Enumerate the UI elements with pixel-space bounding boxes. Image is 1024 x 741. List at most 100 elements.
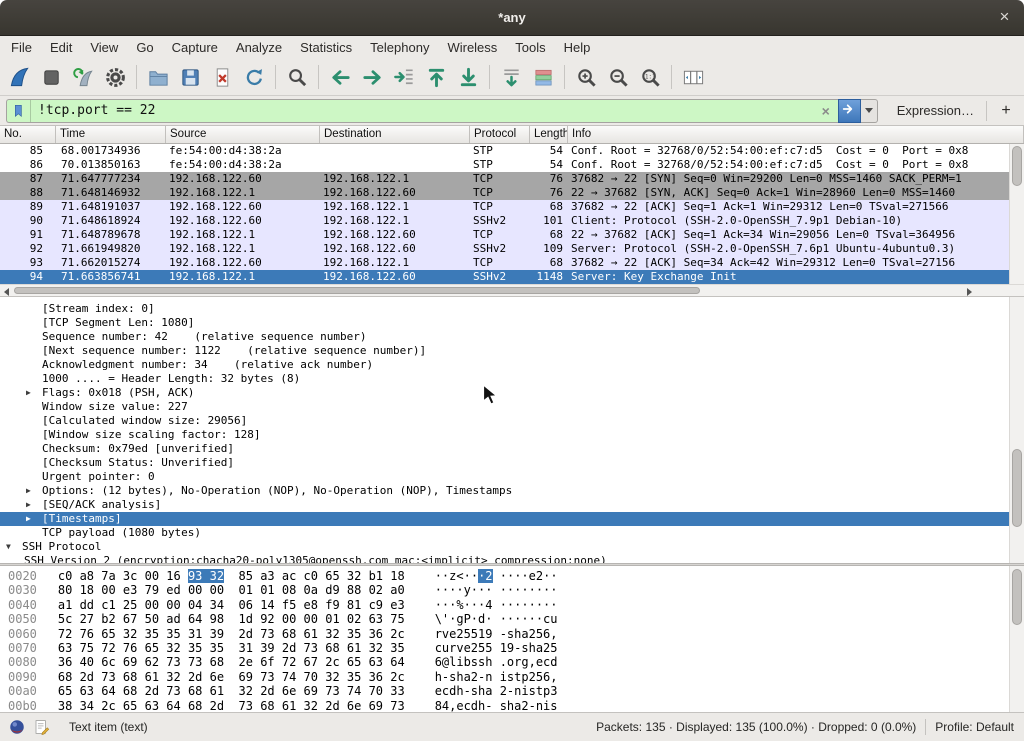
filter-bookmark-icon[interactable] bbox=[7, 100, 31, 122]
capture-start-button[interactable] bbox=[3, 62, 35, 93]
packet-row-88[interactable]: 8871.648146932192.168.122.1192.168.122.6… bbox=[0, 186, 1024, 200]
hex-line-0050[interactable]: 00505c 27 b2 67 50 ad 64 98 1d 92 00 00 … bbox=[0, 612, 1024, 626]
packet-row-85[interactable]: 8568.001734936fe:54:00:d4:38:2aSTP54Conf… bbox=[0, 144, 1024, 158]
packet-list-scrollbar-thumb[interactable] bbox=[1012, 146, 1022, 186]
menu-go[interactable]: Go bbox=[127, 37, 162, 58]
column-header-info[interactable]: Info bbox=[568, 126, 1024, 143]
detail-line[interactable]: ▶Flags: 0x018 (PSH, ACK) bbox=[0, 386, 1024, 400]
column-header-no[interactable]: No. bbox=[0, 126, 56, 143]
tree-expander-icon[interactable]: ▶ bbox=[26, 512, 42, 526]
detail-line[interactable]: TCP payload (1080 bytes) bbox=[0, 526, 1024, 540]
detail-line[interactable]: [Stream index: 0] bbox=[0, 302, 1024, 316]
filter-clear-icon[interactable]: × bbox=[814, 103, 838, 119]
titlebar[interactable]: *any × bbox=[0, 0, 1024, 36]
hex-line-0070[interactable]: 007063 75 72 76 65 32 35 35 31 39 2d 73 … bbox=[0, 641, 1024, 655]
go-back-button[interactable] bbox=[324, 62, 356, 93]
menu-capture[interactable]: Capture bbox=[163, 37, 227, 58]
go-last-button[interactable] bbox=[452, 62, 484, 93]
tree-expander-icon[interactable]: ▶ bbox=[26, 498, 42, 512]
detail-line[interactable]: Window size value: 227 bbox=[0, 400, 1024, 414]
hex-line-0030[interactable]: 003080 18 00 e3 79 ed 00 00 01 01 08 0a … bbox=[0, 583, 1024, 597]
packet-row-90[interactable]: 9071.648618924192.168.122.60192.168.122.… bbox=[0, 214, 1024, 228]
hex-pane-scrollbar-thumb[interactable] bbox=[1012, 569, 1022, 625]
hex-pane-scrollbar[interactable] bbox=[1009, 566, 1024, 712]
capture-options-button[interactable] bbox=[99, 62, 131, 93]
detail-line[interactable]: Checksum: 0x79ed [unverified] bbox=[0, 442, 1024, 456]
menu-analyze[interactable]: Analyze bbox=[227, 37, 291, 58]
packet-row-94[interactable]: 9471.663856741192.168.122.1192.168.122.6… bbox=[0, 270, 1024, 284]
detail-line[interactable]: [TCP Segment Len: 1080] bbox=[0, 316, 1024, 330]
zoom-out-button[interactable] bbox=[602, 62, 634, 93]
column-header-length[interactable]: Length bbox=[530, 126, 568, 143]
detail-line[interactable]: SSH Version 2 (encryption:chacha20-poly1… bbox=[0, 554, 1024, 563]
hscrollbar-thumb[interactable] bbox=[14, 287, 700, 294]
column-header-protocol[interactable]: Protocol bbox=[470, 126, 530, 143]
hex-line-0060[interactable]: 006072 76 65 32 35 35 31 39 2d 73 68 61 … bbox=[0, 627, 1024, 641]
auto-scroll-button[interactable] bbox=[495, 62, 527, 93]
filter-apply-button[interactable] bbox=[838, 99, 861, 123]
menu-file[interactable]: File bbox=[2, 37, 41, 58]
expression-button[interactable]: Expression… bbox=[892, 103, 979, 118]
packet-row-87[interactable]: 8771.647777234192.168.122.60192.168.122.… bbox=[0, 172, 1024, 186]
detail-line[interactable]: Urgent pointer: 0 bbox=[0, 470, 1024, 484]
menu-edit[interactable]: Edit bbox=[41, 37, 81, 58]
profile-status[interactable]: Profile: Default bbox=[935, 720, 1014, 734]
column-header-source[interactable]: Source bbox=[166, 126, 320, 143]
file-open-button[interactable] bbox=[142, 62, 174, 93]
detail-line[interactable]: Sequence number: 42 (relative sequence n… bbox=[0, 330, 1024, 344]
detail-line[interactable]: ▶Options: (12 bytes), No-Operation (NOP)… bbox=[0, 484, 1024, 498]
packet-list-hscrollbar[interactable] bbox=[0, 284, 1024, 297]
zoom-in-button[interactable] bbox=[570, 62, 602, 93]
column-header-time[interactable]: Time bbox=[56, 126, 166, 143]
menu-view[interactable]: View bbox=[81, 37, 127, 58]
tree-expander-icon[interactable]: ▶ bbox=[26, 484, 42, 498]
detail-line[interactable]: [Window size scaling factor: 128] bbox=[0, 428, 1024, 442]
file-save-button[interactable] bbox=[174, 62, 206, 93]
hex-line-0020[interactable]: 0020c0 a8 7a 3c 00 16 93 32 85 a3 ac c0 … bbox=[0, 569, 1024, 583]
detail-pane-scrollbar[interactable] bbox=[1009, 297, 1024, 563]
scroll-left-icon[interactable] bbox=[4, 288, 9, 296]
expert-info-icon[interactable] bbox=[8, 718, 26, 736]
tree-expander-icon[interactable]: ▶ bbox=[26, 386, 42, 400]
hex-line-0040[interactable]: 0040a1 dd c1 25 00 00 04 34 06 14 f5 e8 … bbox=[0, 598, 1024, 612]
hex-line-00a0[interactable]: 00a065 63 64 68 2d 73 68 61 32 2d 6e 69 … bbox=[0, 684, 1024, 698]
column-header-destination[interactable]: Destination bbox=[320, 126, 470, 143]
filter-dropdown-button[interactable] bbox=[861, 99, 878, 123]
packet-list-scrollbar[interactable] bbox=[1009, 144, 1024, 284]
file-close-button[interactable] bbox=[206, 62, 238, 93]
menu-tools[interactable]: Tools bbox=[506, 37, 554, 58]
detail-line[interactable]: [Next sequence number: 1122 (relative se… bbox=[0, 344, 1024, 358]
capture-restart-button[interactable] bbox=[67, 62, 99, 93]
hex-line-0080[interactable]: 008036 40 6c 69 62 73 73 68 2e 6f 72 67 … bbox=[0, 655, 1024, 669]
display-filter-input[interactable] bbox=[31, 100, 814, 122]
hex-line-00b0[interactable]: 00b038 34 2c 65 63 64 68 2d 73 68 61 32 … bbox=[0, 699, 1024, 712]
display-filter-field[interactable]: × bbox=[6, 99, 838, 123]
detail-line[interactable]: 1000 .... = Header Length: 32 bytes (8) bbox=[0, 372, 1024, 386]
menu-wireless[interactable]: Wireless bbox=[438, 37, 506, 58]
resize-columns-button[interactable] bbox=[677, 62, 709, 93]
capture-comment-icon[interactable] bbox=[33, 718, 51, 736]
capture-stop-button[interactable] bbox=[35, 62, 67, 93]
detail-pane-scrollbar-thumb[interactable] bbox=[1012, 449, 1022, 527]
menu-statistics[interactable]: Statistics bbox=[291, 37, 361, 58]
scroll-right-icon[interactable] bbox=[967, 288, 972, 296]
go-forward-button[interactable] bbox=[356, 62, 388, 93]
zoom-original-button[interactable]: 1:1 bbox=[634, 62, 666, 93]
hex-line-0090[interactable]: 009068 2d 73 68 61 32 2d 6e 69 73 74 70 … bbox=[0, 670, 1024, 684]
detail-line[interactable]: ▶[SEQ/ACK analysis] bbox=[0, 498, 1024, 512]
menu-help[interactable]: Help bbox=[555, 37, 600, 58]
colorize-button[interactable] bbox=[527, 62, 559, 93]
find-packet-button[interactable] bbox=[281, 62, 313, 93]
reload-button[interactable] bbox=[238, 62, 270, 93]
detail-line[interactable]: Acknowledgment number: 34 (relative ack … bbox=[0, 358, 1024, 372]
filter-add-button[interactable]: + bbox=[994, 102, 1018, 120]
packet-row-89[interactable]: 8971.648191037192.168.122.60192.168.122.… bbox=[0, 200, 1024, 214]
packet-row-86[interactable]: 8670.013850163fe:54:00:d4:38:2aSTP54Conf… bbox=[0, 158, 1024, 172]
detail-line[interactable]: [Checksum Status: Unverified] bbox=[0, 456, 1024, 470]
go-to-packet-button[interactable] bbox=[388, 62, 420, 93]
go-first-button[interactable] bbox=[420, 62, 452, 93]
packet-row-91[interactable]: 9171.648789678192.168.122.1192.168.122.6… bbox=[0, 228, 1024, 242]
detail-line[interactable]: ▼SSH Protocol bbox=[0, 540, 1024, 554]
close-icon[interactable]: × bbox=[994, 7, 1015, 28]
detail-line[interactable]: ▶[Timestamps] bbox=[0, 512, 1024, 526]
